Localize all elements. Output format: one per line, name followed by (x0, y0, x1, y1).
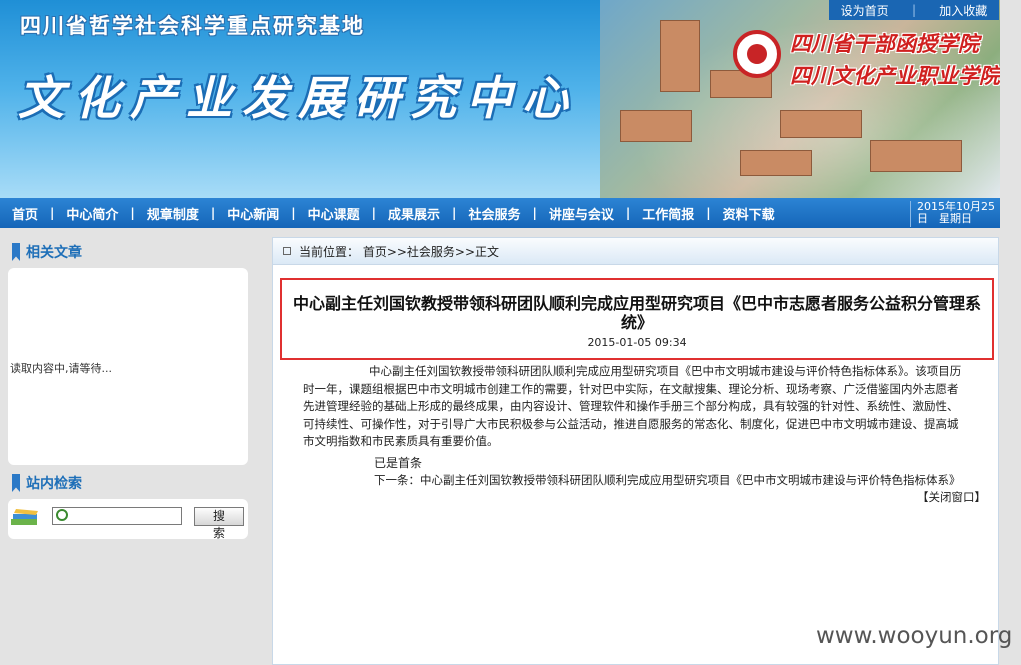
current-date: 2015年10月25日 星期日 (910, 201, 1000, 227)
nav-achievements[interactable]: 成果展示 (376, 204, 452, 223)
nav-home[interactable]: 首页 (0, 204, 50, 223)
divider: | (911, 3, 916, 17)
article-time: 2015-01-05 09:34 (587, 336, 687, 349)
article-title-box: 中心副主任刘国钦教授带领科研团队顺利完成应用型研究项目《巴中市志愿者服务公益积分… (280, 278, 994, 360)
top-links: 设为首页 | 加入收藏 (829, 0, 999, 20)
sidebar: 相关文章 读取内容中,请等待... 站内检索 搜 索 (8, 238, 248, 540)
breadcrumb: 当前位置： 首页>>社会服务>>正文 (273, 238, 998, 265)
square-bullet-icon (283, 247, 291, 255)
related-articles-box: 读取内容中,请等待... (8, 268, 248, 465)
related-articles-title: 相关文章 (26, 245, 82, 261)
watermark: www.wooyun.org (816, 623, 1013, 649)
loading-text: 读取内容中,请等待... (10, 362, 112, 375)
header-banner: 四川省哲学社会科学重点研究基地 文化产业发展研究中心 四川省干部函授学院 四川文… (0, 0, 1000, 198)
banner-subtitle: 四川省哲学社会科学重点研究基地 (20, 13, 365, 38)
article-panel: 当前位置： 首页>>社会服务>>正文 中心副主任刘国钦教授带领科研团队顺利完成应… (272, 237, 999, 665)
breadcrumb-text[interactable]: 当前位置： 首页>>社会服务>>正文 (299, 243, 499, 260)
banner-title: 文化产业发展研究中心 (18, 71, 578, 125)
close-window-link[interactable]: 【关闭窗口】 (917, 489, 986, 505)
nav-projects[interactable]: 中心课题 (296, 204, 372, 223)
nav-about[interactable]: 中心简介 (54, 204, 130, 223)
search-icon (56, 509, 68, 521)
nav-rules[interactable]: 规章制度 (135, 204, 211, 223)
main-nav: 首页 | 中心简介 | 规章制度 | 中心新闻 | 中心课题 | 成果展示 | 社会服务 | … (0, 198, 1000, 228)
nav-news[interactable]: 中心新闻 (215, 204, 291, 223)
nav-briefings[interactable]: 工作简报 (630, 204, 706, 223)
books-icon (11, 509, 38, 525)
bookmark-icon (12, 474, 20, 492)
school-seal-icon (733, 30, 781, 78)
article-body: 中心副主任刘国钦教授带领科研团队顺利完成应用型研究项目《巴中市文明城市建设与评价… (303, 364, 962, 448)
article-title: 中心副主任刘国钦教授带领科研团队顺利完成应用型研究项目《巴中市志愿者服务公益积分… (292, 294, 981, 332)
add-favorite-link[interactable]: 加入收藏 (939, 2, 987, 19)
bookmark-icon (12, 243, 20, 261)
site-search-header: 站内检索 (8, 469, 248, 497)
site-search-title: 站内检索 (26, 476, 82, 492)
search-input[interactable] (52, 507, 182, 525)
search-box: 搜 索 (8, 499, 248, 540)
set-homepage-link[interactable]: 设为首页 (841, 2, 889, 19)
nav-downloads[interactable]: 资料下载 (711, 204, 787, 223)
related-articles-header: 相关文章 (8, 238, 248, 266)
next-article-link[interactable]: 下一条：中心副主任刘国钦教授带领科研团队顺利完成应用型研究项目《巴中市文明城市建… (374, 472, 961, 488)
nav-social-service[interactable]: 社会服务 (456, 204, 532, 223)
nav-lectures[interactable]: 讲座与会议 (537, 204, 626, 223)
search-button[interactable]: 搜 索 (194, 507, 244, 540)
school-name-2: 四川文化产业职业学院 (790, 63, 1000, 88)
previous-article: 已是首条 (374, 456, 423, 470)
school-name-1: 四川省干部函授学院 (790, 31, 979, 56)
